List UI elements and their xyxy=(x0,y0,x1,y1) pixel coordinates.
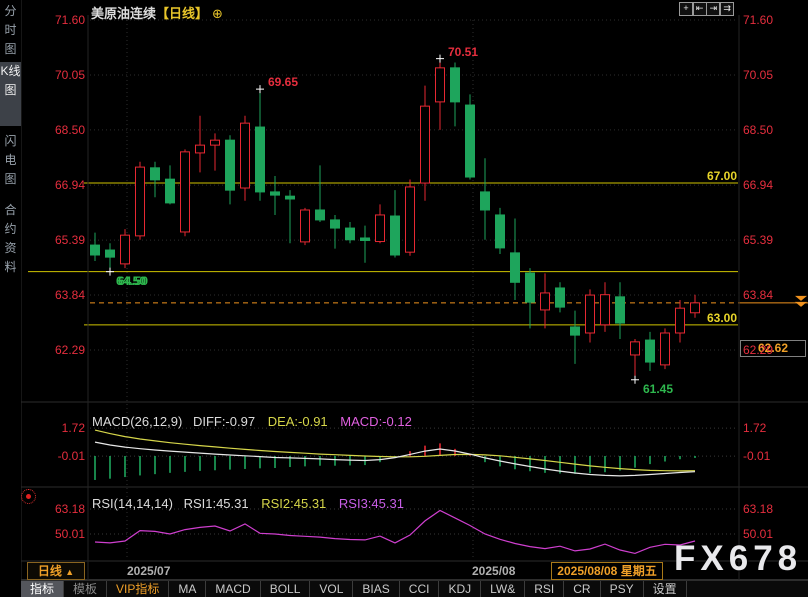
x-axis-label: 2025/08 xyxy=(472,564,515,578)
period-label: 日线 xyxy=(38,564,62,578)
macd-axis-label-left: -0.01 xyxy=(28,449,85,463)
y-axis-label-right: 62.29 xyxy=(743,343,773,357)
rsi-header: RSI(14,14,14) RSI1:45.31 RSI2:45.31 RSI3… xyxy=(92,496,404,511)
period-tag: 【日线】 xyxy=(156,6,208,21)
toolbar-item-11[interactable]: LW& xyxy=(481,581,525,597)
toolbar-item-13[interactable]: CR xyxy=(564,581,600,597)
toolbar-item-15[interactable]: 设置 xyxy=(644,581,687,597)
y-axis-label-right: 66.94 xyxy=(743,178,773,192)
toolbar-item-9[interactable]: CCI xyxy=(400,581,440,597)
add-indicator-icon[interactable]: ⊕ xyxy=(212,6,223,21)
y-axis-label-right: 71.60 xyxy=(743,13,773,27)
y-axis-label-left: 65.39 xyxy=(28,233,85,247)
period-selector[interactable]: 日线 ▲ xyxy=(27,562,85,580)
macd-axis-label-left: 1.72 xyxy=(28,421,85,435)
watermark-logo: FX678 xyxy=(674,539,802,579)
toolbar-item-7[interactable]: VOL xyxy=(310,581,353,597)
macd-dea-value: DEA:-0.91 xyxy=(268,414,328,429)
price-annotation: 61.45 xyxy=(643,382,673,396)
toolbar-item-4[interactable]: MA xyxy=(169,581,206,597)
level-line-label: 64.50 xyxy=(116,274,146,288)
toolbar-item-14[interactable]: PSY xyxy=(601,581,644,597)
level-line-label: 63.00 xyxy=(667,311,737,325)
toolbar-item-8[interactable]: BIAS xyxy=(353,581,399,597)
macd-axis-label-right: -0.01 xyxy=(743,449,770,463)
rsi3-value: RSI3:45.31 xyxy=(339,496,404,511)
toolbar-item-1[interactable]: 指标 xyxy=(21,581,64,597)
toolbar-item-2[interactable]: 模板 xyxy=(64,581,107,597)
macd-value: MACD:-0.12 xyxy=(340,414,412,429)
y-axis-label-left: 71.60 xyxy=(28,13,85,27)
toolbar-item-12[interactable]: RSI xyxy=(525,581,564,597)
rsi-axis-label-right: 63.18 xyxy=(743,502,773,516)
macd-diff-value: DIFF:-0.97 xyxy=(193,414,255,429)
app-window: 分时图K线图闪电图合约资料 美原油连续【日线】 ⊕ +⇤⇥⇉ MACD(26,12… xyxy=(0,0,808,597)
rsi-title: RSI(14,14,14) xyxy=(92,496,173,511)
x-axis-label: 2025/07 xyxy=(127,564,170,578)
price-annotation: 69.65 xyxy=(268,75,298,89)
sidebar: 分时图K线图闪电图合约资料 xyxy=(0,0,21,597)
macd-header: MACD(26,12,9) DIFF:-0.97 DEA:-0.91 MACD:… xyxy=(92,414,412,429)
crosshair-icon[interactable]: + xyxy=(679,2,693,16)
indicator-toolbar: 指标模板VIP指标MAMACDBOLLVOLBIASCCIKDJLW&RSICR… xyxy=(21,581,808,597)
rsi2-value: RSI2:45.31 xyxy=(261,496,326,511)
pan-right-icon[interactable]: ⇉ xyxy=(720,2,734,16)
rsi1-value: RSI1:45.31 xyxy=(184,496,249,511)
y-axis-label-left: 62.29 xyxy=(28,343,85,357)
y-axis-label-right: 65.39 xyxy=(743,233,773,247)
chart-title: 美原油连续【日线】 ⊕ xyxy=(91,3,223,22)
sidebar-tab-4[interactable]: 合约资料 xyxy=(0,201,21,283)
toolbar-item-10[interactable]: KDJ xyxy=(439,581,481,597)
sidebar-tab-2[interactable]: K线图 xyxy=(0,62,21,126)
macd-title: MACD(26,12,9) xyxy=(92,414,182,429)
price-annotation: 70.51 xyxy=(448,45,478,59)
period-arrow-icon: ▲ xyxy=(65,567,74,577)
y-axis-label-left: 68.50 xyxy=(28,123,85,137)
sidebar-tab-3[interactable]: 闪电图 xyxy=(0,132,21,194)
toolbar-item-5[interactable]: MACD xyxy=(206,581,260,597)
zoom-out-icon[interactable]: ⇥ xyxy=(706,2,720,16)
rsi-axis-label-left: 63.18 xyxy=(28,502,85,516)
rsi-axis-label-left: 50.01 xyxy=(28,527,85,541)
rsi-axis-label-right: 50.01 xyxy=(743,527,773,541)
y-axis-label-left: 63.84 xyxy=(28,288,85,302)
toolbar-item-6[interactable]: BOLL xyxy=(261,581,311,597)
macd-axis-label-right: 1.72 xyxy=(743,421,766,435)
y-axis-label-right: 63.84 xyxy=(743,288,773,302)
symbol-name: 美原油连续 xyxy=(91,6,156,21)
toolbar-item-3[interactable]: VIP指标 xyxy=(107,581,169,597)
sidebar-tab-1[interactable]: 分时图 xyxy=(0,2,21,60)
level-line-label: 67.00 xyxy=(667,169,737,183)
cursor-date-label: 2025/08/08 星期五 xyxy=(551,562,663,580)
y-axis-label-right: 70.05 xyxy=(743,68,773,82)
zoom-in-icon[interactable]: ⇤ xyxy=(693,2,707,16)
y-axis-label-right: 68.50 xyxy=(743,123,773,137)
y-axis-label-left: 70.05 xyxy=(28,68,85,82)
y-axis-label-left: 66.94 xyxy=(28,178,85,192)
